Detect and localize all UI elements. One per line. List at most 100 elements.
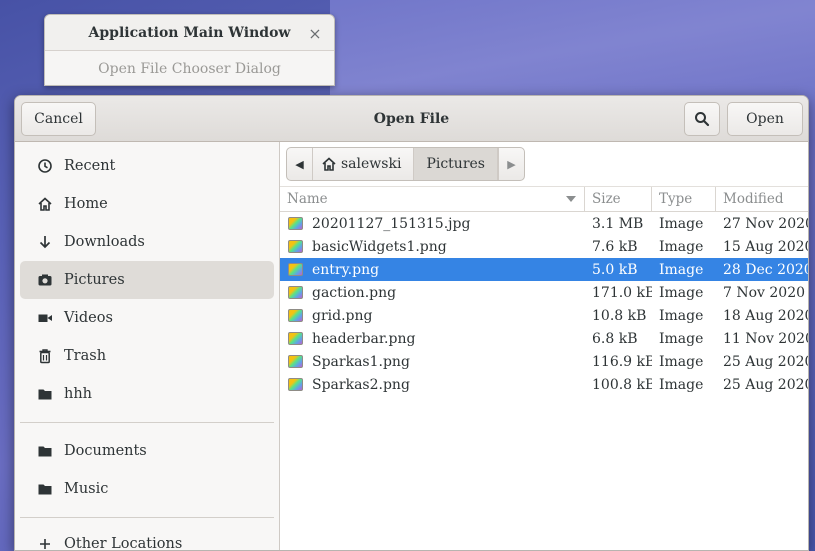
image-file-icon [288,355,303,368]
sidebar-item-label: hhh [64,386,93,402]
image-file-icon [288,332,303,345]
path-item-pictures[interactable]: Pictures [414,148,498,180]
file-type: Image [659,307,704,324]
sidebar-item-music[interactable]: Music [20,470,274,508]
sidebar-item-downloads[interactable]: Downloads [20,223,274,261]
chevron-right-icon: ▶ [507,157,516,171]
table-row[interactable]: gaction.png 171.0 kB Image 7 Nov 2020 [280,281,808,304]
column-header-modified[interactable]: Modified [716,187,808,211]
table-row[interactable]: 20201127_151315.jpg 3.1 MB Image 27 Nov … [280,212,808,235]
file-size: 10.8 kB [592,307,647,324]
dialog-body: Recent Home Downloads Pictures Videos Tr… [15,142,808,550]
column-header-name[interactable]: Name [280,187,585,211]
sidebar-item-videos[interactable]: Videos [20,299,274,337]
column-header-size[interactable]: Size [585,187,652,211]
sidebar-item-label: Downloads [64,234,145,250]
search-icon [695,112,710,127]
file-modified: 28 Dec 2020 [723,261,808,278]
path-item-label: salewski [341,156,402,172]
column-header-label: Modified [723,191,784,207]
image-file-icon [288,378,303,391]
column-header-label: Type [659,191,693,207]
file-name: headerbar.png [312,330,416,347]
close-icon[interactable]: × [306,24,324,43]
file-name: Sparkas1.png [312,353,410,370]
path-forward-button[interactable]: ▶ [497,148,524,180]
sidebar-separator [20,422,274,423]
file-size: 171.0 kB [592,284,652,301]
column-header-label: Size [592,191,621,207]
table-row[interactable]: grid.png 10.8 kB Image 18 Aug 2020 [280,304,808,327]
sidebar-item-recent[interactable]: Recent [20,147,274,185]
sort-descending-icon [566,196,576,202]
file-name: Sparkas2.png [312,376,410,393]
file-modified: 7 Nov 2020 [723,284,806,301]
table-row[interactable]: basicWidgets1.png 7.6 kB Image 15 Aug 20… [280,235,808,258]
column-header-label: Name [287,191,328,207]
sidebar-item-label: Recent [64,158,116,174]
file-modified: 15 Aug 2020 [723,238,808,255]
places-sidebar: Recent Home Downloads Pictures Videos Tr… [15,142,280,550]
file-name: entry.png [312,261,380,278]
path-back-button[interactable]: ◀ [287,148,313,180]
file-name: grid.png [312,307,373,324]
image-file-icon [288,263,303,276]
image-file-icon [288,309,303,322]
table-row-selected[interactable]: entry.png 5.0 kB Image 28 Dec 2020 [280,258,808,281]
search-button[interactable] [684,102,720,136]
path-bar-buttons: ◀ salewski Pictures ▶ [286,147,525,181]
home-icon [36,195,54,213]
chevron-left-icon: ◀ [295,157,304,171]
file-name: gaction.png [312,284,397,301]
open-button[interactable]: Open [727,102,803,136]
folder-icon [36,442,54,460]
file-name: basicWidgets1.png [312,238,447,255]
table-row[interactable]: headerbar.png 6.8 kB Image 11 Nov 2020 [280,327,808,350]
path-item-label: Pictures [426,156,485,172]
file-name: 20201127_151315.jpg [312,215,471,232]
file-size: 5.0 kB [592,261,638,278]
file-size: 6.8 kB [592,330,638,347]
trash-icon [36,347,54,365]
table-row[interactable]: Sparkas1.png 116.9 kB Image 25 Aug 2020 [280,350,808,373]
app-body: Open File Chooser Dialog [45,51,334,87]
column-header-type[interactable]: Type [652,187,716,211]
plus-icon [36,535,54,550]
video-icon [36,309,54,327]
app-titlebar: Application Main Window × [45,15,334,51]
sidebar-item-documents[interactable]: Documents [20,432,274,470]
file-modified: 25 Aug 2020 [723,376,808,393]
file-modified: 27 Nov 2020 [723,215,808,232]
image-file-icon [288,240,303,253]
sidebar-separator [20,517,274,518]
sidebar-item-label: Documents [64,443,147,459]
sidebar-item-label: Home [64,196,108,212]
table-row[interactable]: Sparkas2.png 100.8 kB Image 25 Aug 2020 [280,373,808,396]
sidebar-item-other-locations[interactable]: Other Locations [20,527,274,551]
sidebar-item-label: Videos [64,310,113,326]
file-size: 3.1 MB [592,215,644,232]
sidebar-item-label: Pictures [64,272,125,288]
file-size: 100.8 kB [592,376,652,393]
cancel-button[interactable]: Cancel [21,102,96,136]
folder-icon [36,480,54,498]
clock-icon [36,157,54,175]
sidebar-item-label: Music [64,481,109,497]
sidebar-item-trash[interactable]: Trash [20,337,274,375]
file-size: 7.6 kB [592,238,638,255]
path-item-home[interactable]: salewski [313,148,415,180]
file-type: Image [659,215,704,232]
open-file-chooser-button[interactable]: Open File Chooser Dialog [98,61,281,77]
file-modified: 25 Aug 2020 [723,353,808,370]
file-type: Image [659,376,704,393]
path-bar: ◀ salewski Pictures ▶ [280,142,808,186]
file-list: Name Size Type Modified 20201127_151315.… [280,186,808,550]
file-type: Image [659,353,704,370]
image-file-icon [288,217,303,230]
image-file-icon [288,286,303,299]
sidebar-item-label: Other Locations [64,536,183,551]
sidebar-item-pictures[interactable]: Pictures [20,261,274,299]
sidebar-item-hhh[interactable]: hhh [20,375,274,413]
sidebar-item-home[interactable]: Home [20,185,274,223]
file-type: Image [659,330,704,347]
